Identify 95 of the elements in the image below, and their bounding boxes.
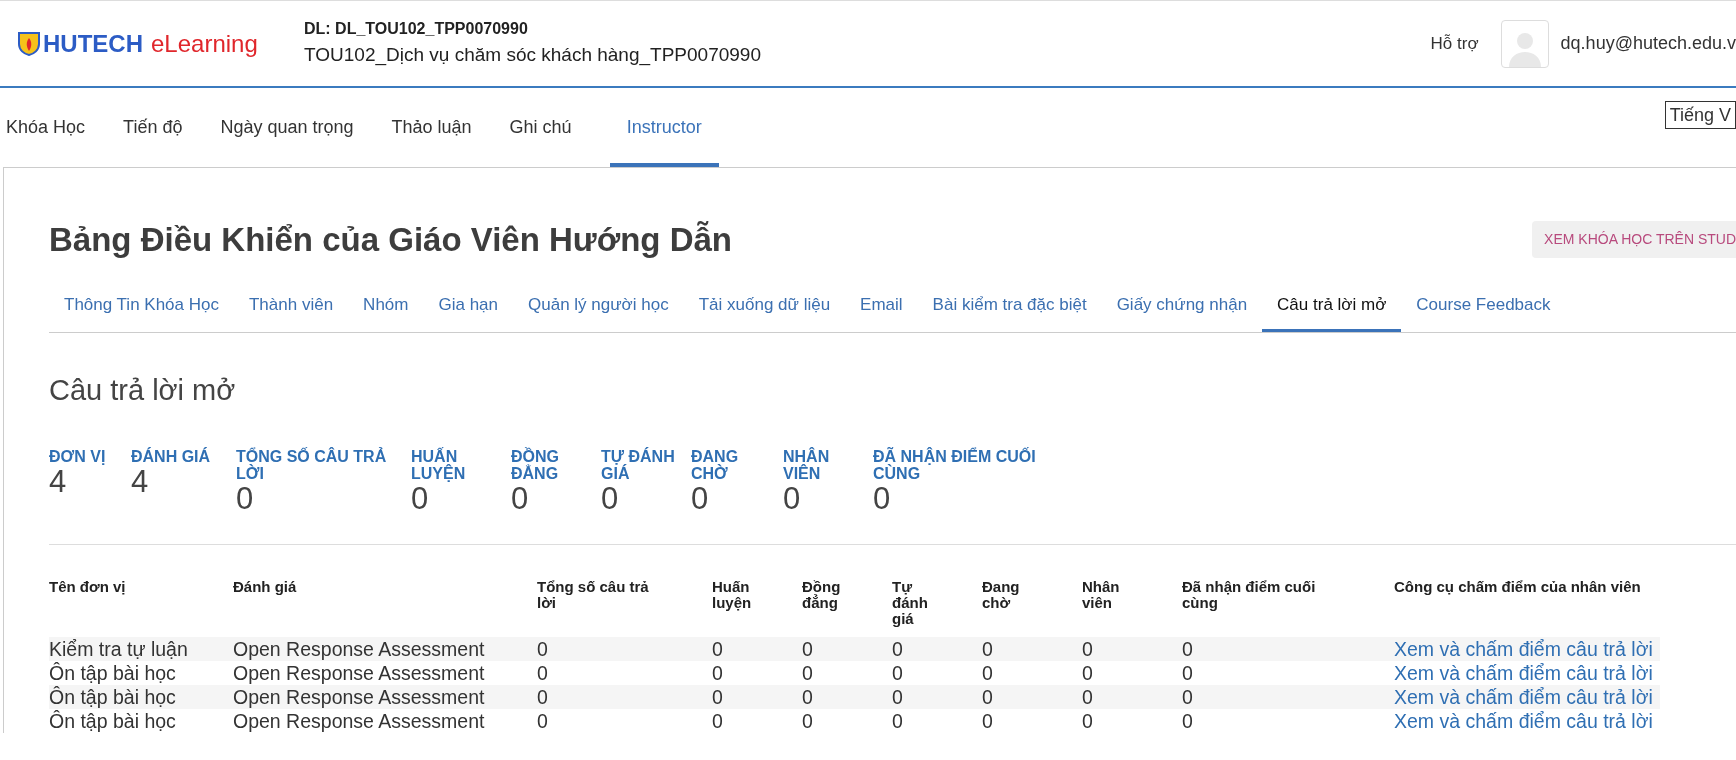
stat-value: 4: [49, 464, 68, 499]
count-cell: 0: [802, 660, 892, 685]
grade-responses-link[interactable]: Xem và chấm điểm câu trả lời: [1394, 661, 1653, 684]
help-link[interactable]: Hỗ trợ: [1430, 30, 1479, 57]
page-title: Bảng Điều Khiển của Giáo Viên Hướng Dẫn: [49, 220, 732, 260]
column-header: Huấn luyện: [712, 578, 753, 611]
section-title: Câu trả lời mở: [49, 373, 237, 408]
column-header: Công cụ chấm điểm của nhân viên: [1394, 578, 1642, 595]
dashboard-tab[interactable]: Thành viên: [234, 281, 349, 333]
avatar-icon[interactable]: [1500, 19, 1549, 68]
count-cell: 0: [802, 684, 892, 709]
count-cell: 0: [802, 708, 892, 733]
dashboard-tab[interactable]: Giấy chứng nhận: [1101, 281, 1263, 333]
unit-name-cell: Ôn tập bài học: [49, 660, 233, 685]
user-email[interactable]: dq.huy@hutech.edu.v: [1560, 30, 1736, 57]
dashboard-tab[interactable]: Câu trả lời mở: [1262, 281, 1402, 333]
dashboard-tab[interactable]: Course Feedback: [1401, 281, 1566, 333]
count-cell: 0: [1182, 708, 1394, 733]
grade-responses-link[interactable]: Xem và chấm điểm câu trả lời: [1394, 709, 1653, 732]
count-cell: 0: [892, 708, 982, 733]
column-header: Đang chờ: [982, 578, 1021, 611]
count-cell: 0: [1082, 636, 1182, 661]
stat-value: 0: [691, 481, 710, 516]
stat-value: 0: [511, 481, 530, 516]
stat-label: NHÂN VIÊN: [783, 447, 831, 482]
column-header: Đánh giá: [233, 578, 298, 595]
stat-label: ĐÃ NHẬN ĐIỂM CUỐI CÙNG: [873, 447, 1037, 482]
count-cell: 0: [537, 684, 712, 709]
column-header: Tổng số câu trả lời: [537, 578, 650, 611]
stat-value: 0: [601, 481, 620, 516]
course-code: DL: DL_TOU102_TPP0070990: [304, 19, 529, 40]
stat-label: HUẤN LUYỆN: [411, 447, 467, 482]
column-header: Tên đơn vị: [49, 578, 127, 595]
assessment-cell: Open Response Assessment: [233, 636, 537, 661]
logo-subtitle: eLearning: [151, 28, 258, 59]
dashboard-tab[interactable]: Quản lý người học: [513, 281, 684, 333]
course-title: TOU102_Dịch vụ chăm sóc khách hàng_TPP0070990: [304, 43, 761, 68]
logo-text: HUTECH: [43, 28, 143, 59]
stat-value: 0: [783, 481, 802, 516]
course-tab[interactable]: Instructor: [609, 88, 719, 167]
stat-label: ĐANG CHỜ: [691, 447, 740, 482]
column-header: Đã nhận điểm cuối cùng: [1182, 578, 1317, 611]
count-cell: 0: [537, 660, 712, 685]
unit-name-cell: Ôn tập bài học: [49, 708, 233, 733]
assessment-cell: Open Response Assessment: [233, 708, 537, 733]
dashboard-tab[interactable]: Gia hạn: [423, 281, 513, 333]
count-cell: 0: [712, 708, 802, 733]
count-cell: 0: [982, 684, 1082, 709]
stat-label: ĐỒNG ĐẲNG: [511, 447, 560, 482]
assessment-cell: Open Response Assessment: [233, 684, 537, 709]
count-cell: 0: [892, 684, 982, 709]
dashboard-tab[interactable]: Bài kiểm tra đặc biệt: [917, 281, 1102, 333]
count-cell: 0: [712, 684, 802, 709]
course-tab[interactable]: Khóa Học: [6, 88, 86, 167]
count-cell: 0: [1182, 684, 1394, 709]
stat-value: 4: [131, 464, 150, 499]
count-cell: 0: [982, 708, 1082, 733]
unit-name-cell: Kiểm tra tự luận: [49, 636, 233, 661]
view-course-button[interactable]: XEM KHÓA HỌC TRÊN STUD: [1532, 221, 1736, 259]
count-cell: 0: [1082, 660, 1182, 685]
count-cell: 0: [1182, 660, 1394, 685]
count-cell: 0: [537, 708, 712, 733]
course-tab[interactable]: Ghi chú: [509, 88, 572, 167]
assessment-cell: Open Response Assessment: [233, 660, 537, 685]
dashboard-tab[interactable]: Tải xuống dữ liệu: [683, 281, 846, 333]
count-cell: 0: [892, 660, 982, 685]
stat-value: 0: [236, 481, 255, 516]
count-cell: 0: [892, 636, 982, 661]
stat-label: TỔNG SỐ CÂU TRẢ LỜI: [236, 447, 388, 482]
language-select[interactable]: Tiếng V: [1664, 101, 1736, 129]
dashboard-tab[interactable]: Thông Tin Khóa Học: [49, 281, 234, 333]
stat-value: 0: [411, 481, 429, 516]
stat-label: TỰ ĐÁNH GIÁ: [601, 447, 676, 482]
course-tab[interactable]: Tiến độ: [123, 88, 183, 167]
count-cell: 0: [712, 636, 802, 661]
count-cell: 0: [982, 636, 1082, 661]
unit-name-cell: Ôn tập bài học: [49, 684, 233, 709]
count-cell: 0: [1082, 684, 1182, 709]
count-cell: 0: [1082, 708, 1182, 733]
dashboard-tab[interactable]: Email: [845, 281, 918, 333]
column-header: Tự đánh giá: [892, 578, 929, 627]
course-tab[interactable]: Thảo luận: [391, 88, 472, 167]
shield-logo-icon: [18, 31, 40, 56]
dashboard-tab[interactable]: Nhóm: [348, 281, 424, 333]
count-cell: 0: [802, 636, 892, 661]
course-tab[interactable]: Ngày quan trọng: [220, 88, 354, 167]
stat-label: ĐÁNH GIÁ: [131, 447, 212, 465]
stat-value: 0: [873, 481, 892, 516]
stat-label: ĐƠN VỊ: [49, 447, 107, 465]
count-cell: 0: [1182, 636, 1394, 661]
count-cell: 0: [982, 660, 1082, 685]
count-cell: 0: [537, 636, 712, 661]
column-header: Đồng đẳng: [802, 578, 842, 611]
count-cell: 0: [712, 660, 802, 685]
column-header: Nhân viên: [1082, 578, 1121, 611]
